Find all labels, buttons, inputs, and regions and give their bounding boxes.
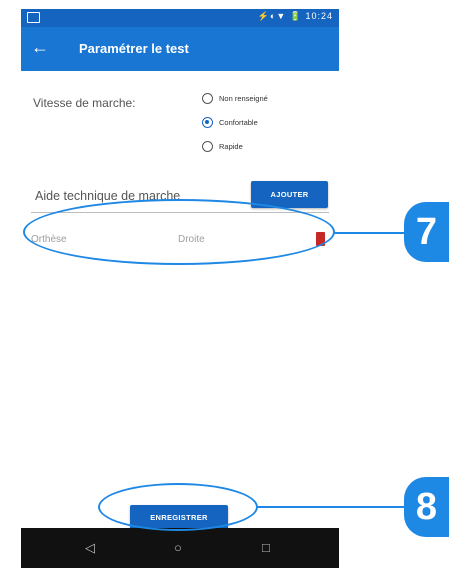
status-bar: ⚡◐▼ 🔋 10:24 [21,9,339,27]
callout-ellipse-walking-aid [23,199,335,265]
callout-line [334,232,406,234]
radio-label: Confortable [219,118,258,127]
callout-badge-8: 8 [404,477,449,537]
app-bar: ← Paramétrer le test [21,27,339,71]
radio-not-specified[interactable]: Non renseigné [202,93,268,104]
nav-home-icon[interactable]: ○ [174,540,182,555]
radio-comfortable[interactable]: Confortable [202,117,258,128]
page-title: Paramétrer le test [79,41,189,56]
callout-line [257,506,407,508]
radio-label: Rapide [219,142,243,151]
radio-label: Non renseigné [219,94,268,103]
radio-circle [202,141,213,152]
status-icons: ⚡◐▼ 🔋 10:24 [257,11,333,21]
radio-circle-selected [202,117,213,128]
notification-icon [27,12,40,23]
nav-back-icon[interactable]: ◁ [85,540,95,556]
nav-recent-icon[interactable]: □ [262,540,270,555]
back-arrow-icon[interactable]: ← [31,37,49,58]
radio-fast[interactable]: Rapide [202,141,243,152]
callout-ellipse-save [98,483,258,531]
radio-circle [202,93,213,104]
walking-speed-label: Vitesse de marche: [33,96,136,110]
callout-badge-7: 7 [404,202,449,262]
nav-bar: ◁ ○ □ [21,528,339,568]
content-area: Vitesse de marche: Non renseigné Confort… [21,71,339,530]
